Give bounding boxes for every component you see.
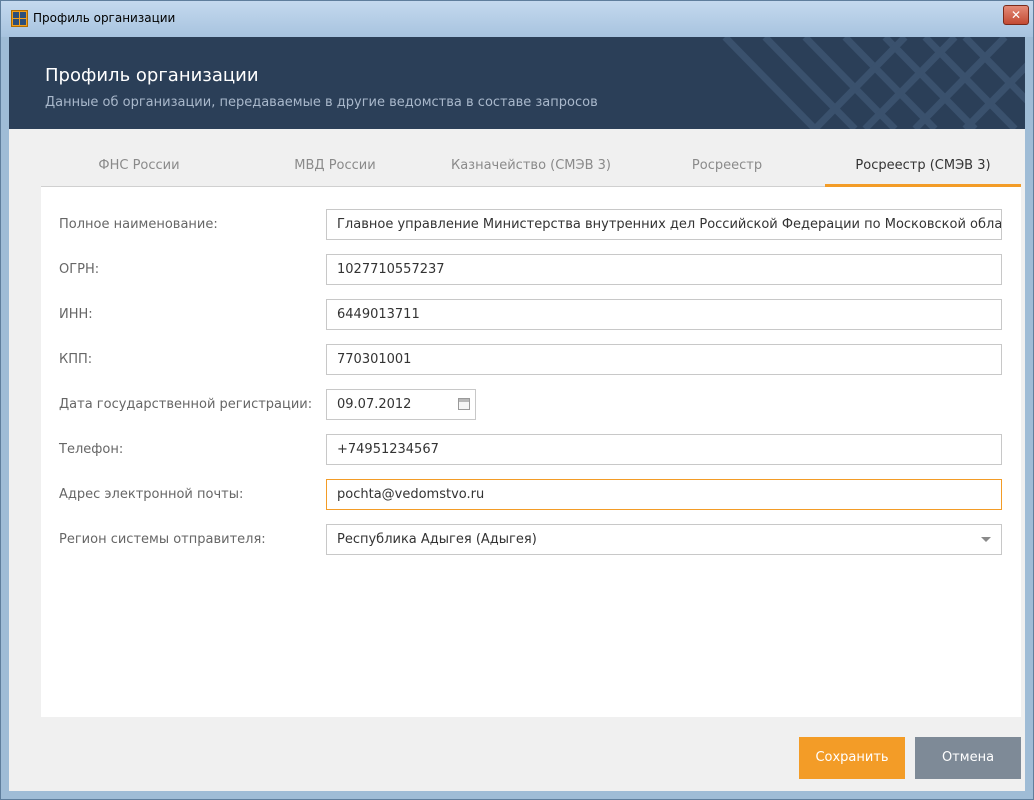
reg-date-input[interactable]: 09.07.2012 [326, 389, 476, 420]
email-input[interactable]: pochta@vedomstvo.ru [326, 479, 1002, 510]
email-label: Адрес электронной почты: [59, 487, 244, 502]
tab-treasury-smev3[interactable]: Казначейство (СМЭВ 3) [433, 149, 629, 187]
dialog-body: Профиль организации Данные об организаци… [9, 37, 1025, 791]
calendar-icon[interactable] [458, 398, 470, 410]
page-title: Профиль организации [45, 65, 259, 86]
close-button[interactable]: ✕ [1003, 5, 1029, 25]
form-panel: Полное наименование: Главное управление … [41, 187, 1021, 717]
ogrn-input[interactable]: 1027710557237 [326, 254, 1002, 285]
region-selected-value: Республика Адыгея (Адыгея) [337, 532, 537, 547]
phone-label: Телефон: [59, 442, 124, 457]
chevron-down-icon[interactable] [981, 537, 991, 542]
inn-label: ИНН: [59, 307, 93, 322]
app-window: Профиль организации ✕ Профиль организаци… [0, 0, 1034, 800]
full-name-input[interactable]: Главное управление Министерства внутренн… [326, 209, 1002, 240]
tab-rosreestr-smev3[interactable]: Росреестр (СМЭВ 3) [825, 149, 1021, 187]
header-banner: Профиль организации Данные об организаци… [9, 37, 1025, 129]
title-bar: Профиль организации ✕ [1, 1, 1033, 37]
inn-input[interactable]: 6449013711 [326, 299, 1002, 330]
reg-date-value: 09.07.2012 [337, 397, 412, 412]
close-icon: ✕ [1010, 8, 1022, 22]
region-label: Регион системы отправителя: [59, 532, 266, 547]
tab-fns[interactable]: ФНС России [41, 149, 237, 187]
window-title: Профиль организации [33, 11, 176, 25]
kpp-label: КПП: [59, 352, 93, 367]
cancel-button[interactable]: Отмена [915, 737, 1021, 779]
full-name-label: Полное наименование: [59, 217, 218, 232]
tab-mvd[interactable]: МВД России [237, 149, 433, 187]
region-select[interactable]: Республика Адыгея (Адыгея) [326, 524, 1002, 555]
kpp-input[interactable]: 770301001 [326, 344, 1002, 375]
app-grid-icon [11, 10, 28, 27]
phone-input[interactable]: +74951234567 [326, 434, 1002, 465]
reg-date-label: Дата государственной регистрации: [59, 397, 313, 412]
page-subtitle: Данные об организации, передаваемые в др… [45, 95, 598, 110]
save-button[interactable]: Сохранить [799, 737, 905, 779]
tab-bar: ФНС России МВД России Казначейство (СМЭВ… [41, 149, 1021, 187]
header-pattern [722, 37, 1025, 129]
tab-rosreestr[interactable]: Росреестр [629, 149, 825, 187]
ogrn-label: ОГРН: [59, 262, 100, 277]
